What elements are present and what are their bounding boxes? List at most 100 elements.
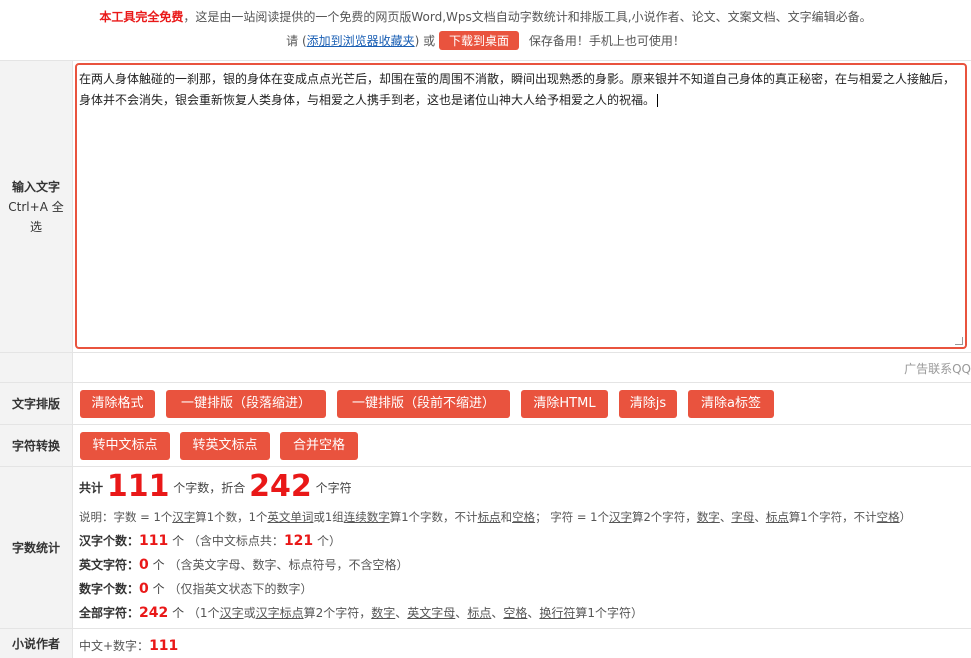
- all-note-link-digit: 数字: [371, 606, 396, 620]
- hanzi-punct-count: 121: [283, 533, 314, 549]
- input-cell: 在两人身体触碰的一刹那，银的身体在变成点点光芒后，却围在萤的周围不消散，瞬间出现…: [74, 61, 971, 352]
- note-part: ； 字符 = 1个: [535, 510, 609, 524]
- note-link-space: 空格: [876, 510, 900, 524]
- note-link-letter: 字母: [731, 510, 755, 524]
- input-label-line1: 输入文字: [11, 179, 60, 194]
- all-note-part: 、: [455, 606, 468, 620]
- input-text: 在两人身体触碰的一刹那，银的身体在变成点点光芒后，却围在萤的周围不消散，瞬间出现…: [79, 72, 956, 107]
- note-link-hanzi: 汉字: [608, 510, 632, 524]
- or-text: 或: [423, 34, 436, 48]
- note-part: 或1组: [313, 510, 344, 524]
- novel-cell: 中文+数字：111: [74, 629, 971, 658]
- all-note-link-newline: 换行符: [539, 606, 576, 620]
- convert-row-label: 字符转换: [0, 425, 73, 466]
- text-input-area[interactable]: 在两人身体触碰的一刹那，银的身体在变成点点光芒后，却围在萤的周围不消散，瞬间出现…: [75, 63, 967, 349]
- all-note-link-punct: 标点: [467, 606, 492, 620]
- all-label: 全部字符：: [79, 606, 140, 620]
- total-chars: 242: [249, 469, 312, 504]
- novel-row-label: 小说作者: [0, 629, 73, 658]
- ad-contact-text: 广告联系QQ: [904, 362, 971, 376]
- clear-js-button[interactable]: 清除js: [619, 390, 677, 418]
- all-count: 242: [139, 605, 169, 621]
- bookmark-link[interactable]: 添加到浏览器收藏夹: [307, 34, 415, 48]
- hanzi-note-end: 个）: [317, 534, 342, 548]
- all-note-part: 算2个字符，: [303, 606, 372, 620]
- total-line: 共计 111 个字数，折合 242 个字符: [79, 469, 352, 504]
- hanzi-count-line: 汉字个数：111 个 （含中文标点共：121 个）: [79, 532, 341, 549]
- clear-html-button[interactable]: 清除HTML: [521, 390, 608, 418]
- all-note-part: 或: [243, 606, 256, 620]
- ad-row: 广告联系QQ: [0, 353, 971, 383]
- english-unit: 个: [152, 558, 165, 572]
- intro-text: ，这是由一站阅读提供的一个免费的网页版Word,Wps文档自动字数统计和排版工具…: [183, 10, 872, 24]
- all-note-part: 、: [491, 606, 504, 620]
- page: 本工具完全免费，这是由一站阅读提供的一个免费的网页版Word,Wps文档自动字数…: [0, 0, 971, 658]
- input-row: 输入文字 Ctrl+A 全 选 在两人身体触碰的一刹那，银的身体在变成点点光芒后…: [0, 61, 971, 353]
- all-note-link-space: 空格: [503, 606, 528, 620]
- note-part: 说明：字数 = 1个: [79, 510, 173, 524]
- layout-cell: 清除格式 一键排版（段落缩进） 一键排版（段前不缩进） 清除HTML 清除js …: [74, 383, 971, 424]
- input-row-label: 输入文字 Ctrl+A 全 选: [0, 61, 73, 352]
- resize-handle[interactable]: [955, 337, 963, 345]
- novel-text: 中文+数字：: [79, 639, 150, 653]
- convert-cell: 转中文标点 转英文标点 合并空格: [74, 425, 971, 466]
- header-section: 本工具完全免费，这是由一站阅读提供的一个免费的网页版Word,Wps文档自动字数…: [0, 0, 971, 61]
- number-unit: 个: [152, 582, 165, 596]
- layout-row-label: 文字排版: [0, 383, 73, 424]
- novel-count: 111: [149, 638, 179, 654]
- total-words: 111: [106, 469, 170, 504]
- clear-a-tag-button[interactable]: 清除a标签: [688, 390, 774, 418]
- hanzi-note: （含中文标点共：: [187, 534, 284, 548]
- english-count: 0: [139, 557, 149, 573]
- stats-row: 字数统计 共计 111 个字数，折合 242 个字符 说明：字数 = 1个汉字算…: [0, 467, 971, 629]
- number-label: 数字个数：: [79, 582, 140, 596]
- merge-spaces-button[interactable]: 合并空格: [280, 432, 358, 460]
- header-intro-line: 本工具完全免费，这是由一站阅读提供的一个免费的网页版Word,Wps文档自动字数…: [0, 8, 971, 25]
- auto-layout-indent-button[interactable]: 一键排版（段落缩进）: [166, 390, 326, 418]
- note-link-punct: 标点: [765, 510, 789, 524]
- to-chinese-punct-button[interactable]: 转中文标点: [80, 432, 170, 460]
- note-link-space: 空格: [512, 510, 536, 524]
- save-note: 保存备用！手机上也可使用！: [528, 34, 685, 48]
- ad-cell: 广告联系QQ: [74, 353, 971, 382]
- auto-layout-no-indent-button[interactable]: 一键排版（段前不缩进）: [337, 390, 510, 418]
- novel-line: 中文+数字：111: [79, 637, 178, 654]
- to-english-punct-button[interactable]: 转英文标点: [180, 432, 270, 460]
- all-note-link-hanzi-punct: 汉字标点: [255, 606, 304, 620]
- all-note-part: （1个: [187, 606, 220, 620]
- text-cursor: [657, 94, 659, 107]
- convert-row: 字符转换 转中文标点 转英文标点 合并空格: [0, 425, 971, 467]
- note-part: 算2个字符，: [631, 510, 697, 524]
- number-count-line: 数字个数：0 个 （仅指英文状态下的数字）: [79, 580, 312, 597]
- explanation-line: 说明：字数 = 1个汉字算1个数，1个英文单词或1组连续数字算1个字数，不计标点…: [79, 509, 911, 525]
- all-note-part: 、: [527, 606, 540, 620]
- all-count-line: 全部字符：242 个 （1个汉字或汉字标点算2个字符，数字、英文字母、标点、空格…: [79, 604, 643, 621]
- note-link-hanzi: 汉字: [172, 510, 196, 524]
- english-count-line: 英文字符：0 个 （含英文字母、数字、标点符号，不含空格）: [79, 556, 408, 573]
- stats-row-label: 字数统计: [0, 467, 73, 628]
- number-count: 0: [139, 581, 149, 597]
- total-unit: 个字数，折合: [173, 481, 246, 495]
- note-part: 算1个字数，不计: [389, 510, 478, 524]
- english-label: 英文字符：: [79, 558, 140, 572]
- total-chars-unit: 个字符: [315, 481, 352, 495]
- note-link-english-word: 英文单词: [267, 510, 314, 524]
- all-note-part: 算1个字符）: [575, 606, 644, 620]
- novel-row: 小说作者 中文+数字：111: [0, 629, 971, 658]
- note-part: ）: [899, 510, 912, 524]
- download-button[interactable]: 下载到桌面: [439, 31, 520, 50]
- note-link-digits: 连续数字: [343, 510, 390, 524]
- clear-format-button[interactable]: 清除格式: [80, 390, 155, 418]
- total-prefix: 共计: [79, 481, 104, 495]
- ad-row-label: [0, 353, 73, 382]
- free-label: 本工具完全免费: [99, 10, 184, 24]
- layout-row: 文字排版 清除格式 一键排版（段落缩进） 一键排版（段前不缩进） 清除HTML …: [0, 383, 971, 425]
- all-note: （1个汉字或汉字标点算2个字符，数字、英文字母、标点、空格、换行符算1个字符）: [188, 606, 643, 620]
- all-note-link-letter: 英文字母: [407, 606, 456, 620]
- hanzi-unit: 个: [172, 534, 185, 548]
- header-action-line: 请 (添加到浏览器收藏夹) 或 下载到桌面 保存备用！手机上也可使用！: [0, 31, 971, 50]
- note-part: 算1个数，1个: [195, 510, 268, 524]
- all-note-part: 、: [395, 606, 408, 620]
- please-text: 请: [286, 34, 299, 48]
- note-part: 算1个字符，不计: [788, 510, 877, 524]
